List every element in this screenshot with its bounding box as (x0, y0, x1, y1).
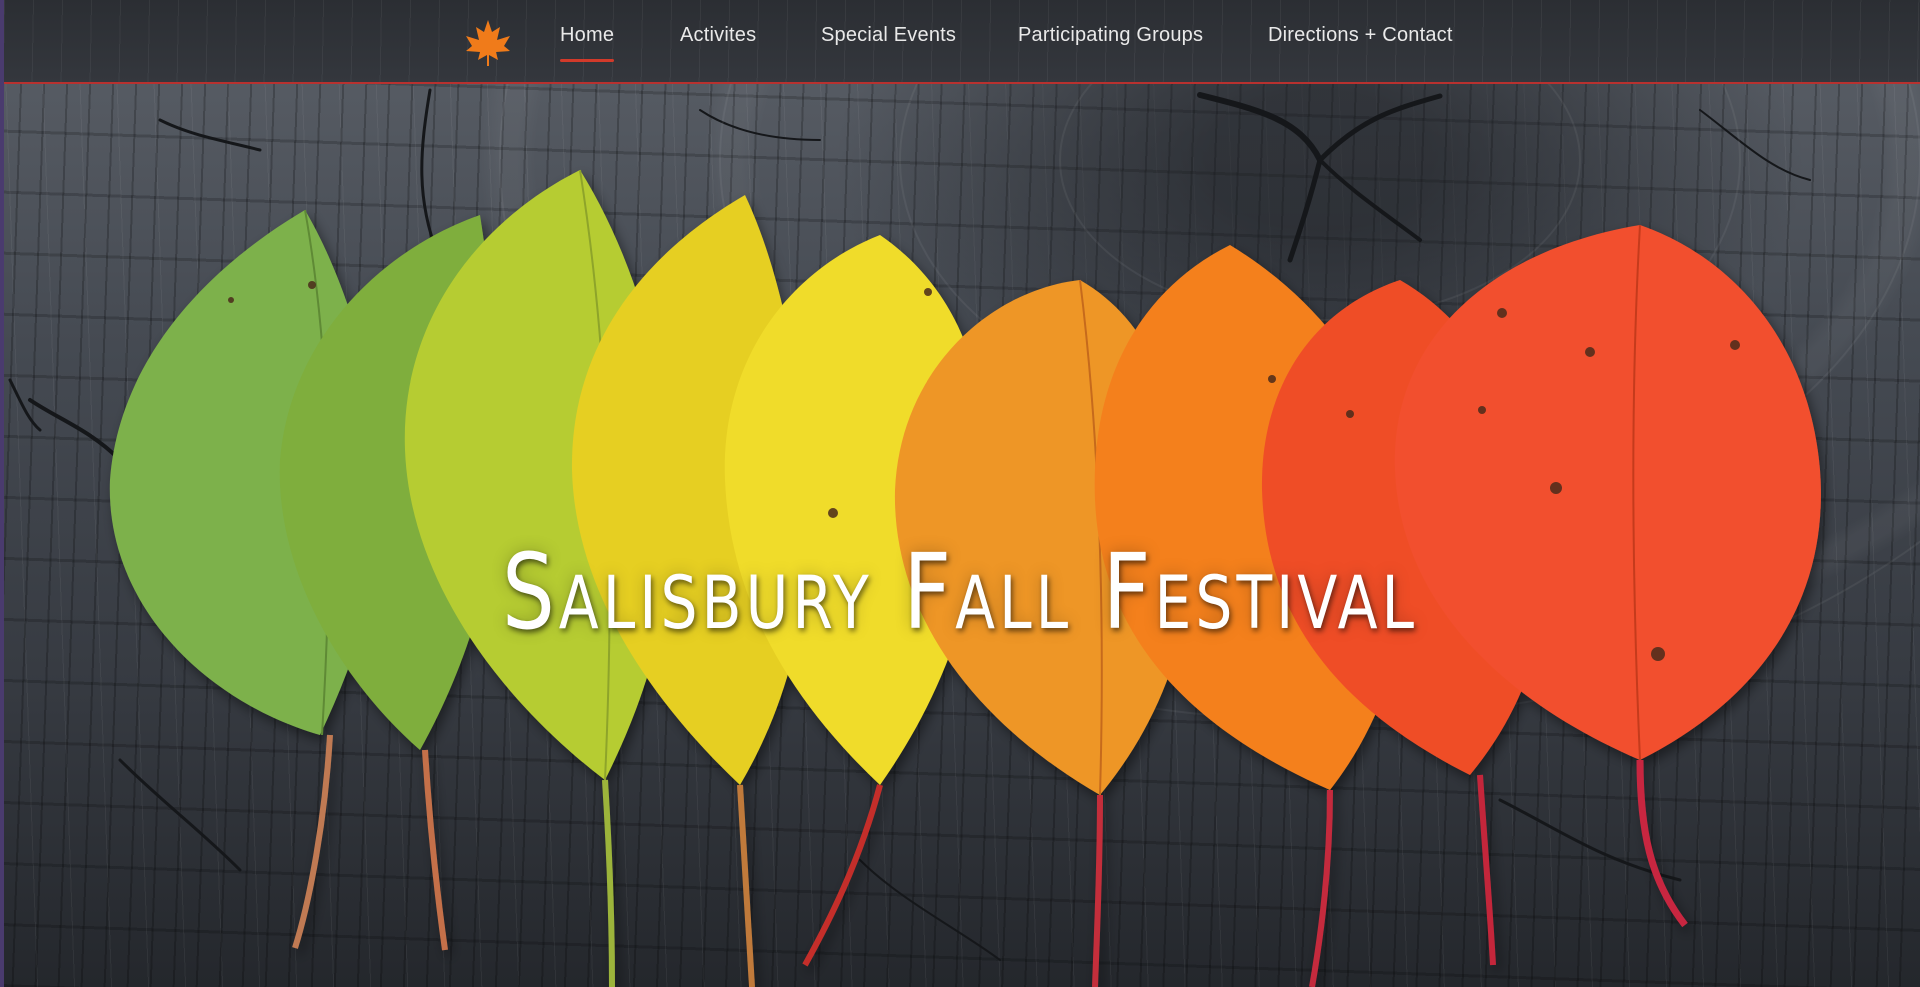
nav-item-special-events[interactable]: Special Events (821, 24, 956, 47)
nav-item-directions-contact[interactable]: Directions + Contact (1268, 24, 1453, 47)
nav-item-home[interactable]: Home (560, 24, 615, 62)
hero-title: Salisbury Fall Festival (501, 530, 1419, 653)
page: Home Activites Special Events Participat… (0, 0, 1920, 987)
main-nav: Home Activites Special Events Participat… (4, 0, 1920, 84)
site-header: Home Activites Special Events Participat… (4, 0, 1920, 84)
autumn-leaves-image (109, 169, 1821, 987)
nav-item-participating-groups[interactable]: Participating Groups (1018, 24, 1203, 47)
nav-item-activites[interactable]: Activites (680, 24, 756, 47)
